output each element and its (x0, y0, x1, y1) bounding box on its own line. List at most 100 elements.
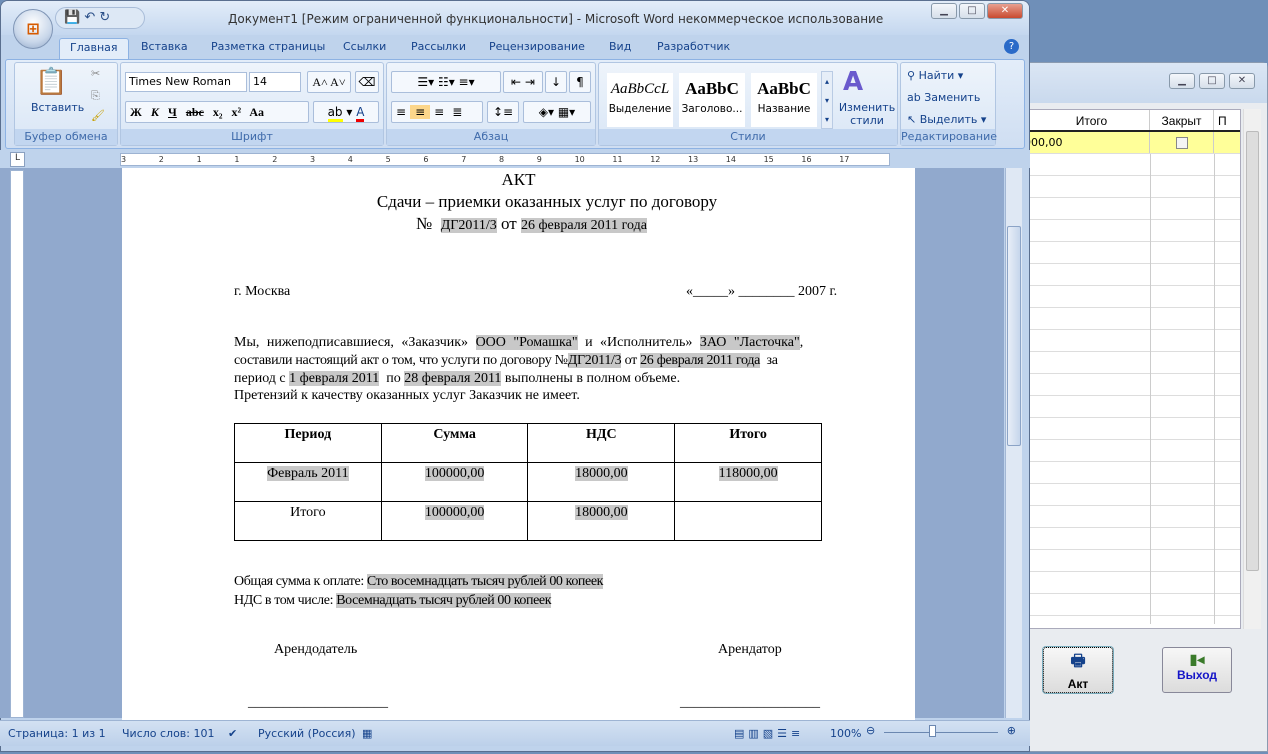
tab-insert[interactable]: Вставка (131, 38, 198, 55)
exit-button[interactable]: ▮◂ Выход (1162, 647, 1232, 693)
tab-selector[interactable]: L (10, 152, 25, 167)
alignment-buttons[interactable]: ≡ ≡ ≡ ≣ (391, 101, 483, 123)
doc-contract-line: № ДГ2011/3 от 26 февраля 2011 года (416, 214, 647, 234)
underline-button[interactable]: Ч (168, 105, 177, 119)
vertical-ruler[interactable] (10, 170, 24, 718)
secondary-title-bar: ▁ □ ✕ (1023, 63, 1267, 103)
zoom-thumb[interactable] (929, 725, 936, 737)
zoom-out-icon[interactable]: ⊖ (866, 724, 875, 737)
font-color-icon[interactable]: A (356, 105, 365, 122)
zoom-level[interactable]: 100% (830, 727, 861, 740)
editing-group-label: Редактирование (901, 129, 997, 145)
paste-button[interactable]: Вставить (31, 101, 84, 114)
document-page[interactable]: АКТ Сдачи – приемки оказанных услуг по д… (122, 168, 915, 720)
grid-vertical-scrollbar[interactable] (1243, 109, 1261, 629)
highlight-color-buttons[interactable]: ab ▾ A (313, 101, 379, 123)
horizontal-ruler[interactable]: 3 2 1 1 2 3 4 5 6 7 8 9 10 11 12 13 14 15 16 17 (120, 153, 890, 166)
clear-formatting-icon[interactable]: ⌫ (355, 71, 379, 93)
undo-icon[interactable]: ↶ (84, 10, 95, 25)
maximize-button[interactable]: □ (1199, 73, 1225, 89)
maximize-button[interactable]: □ (959, 3, 985, 19)
close-button[interactable]: ✕ (1229, 73, 1255, 89)
tab-view[interactable]: Вид (599, 38, 641, 55)
doc-subtitle: Сдачи – приемки оказанных услуг по догов… (376, 192, 718, 211)
font-name-select[interactable]: Times New Roman (125, 72, 247, 92)
text: и «Исполнитель» (585, 335, 693, 350)
office-button[interactable]: ⊞ (13, 9, 53, 49)
text: выполнены в полном объеме. (504, 371, 681, 386)
redo-icon[interactable]: ↻ (99, 10, 110, 25)
font-group: Times New Roman 14 A˄ A˅ ⌫ Ж К Ч abc x₂ … (120, 62, 384, 146)
text: период с (234, 371, 286, 386)
tab-review[interactable]: Рецензирование (479, 38, 595, 55)
cut-icon[interactable]: ✂ (91, 67, 100, 80)
replace-button[interactable]: ab Заменить (907, 91, 980, 104)
copy-icon[interactable]: ⎘ (91, 89, 100, 103)
zoom-in-icon[interactable]: ⊕ (1007, 724, 1016, 737)
superscript-button[interactable]: x² (231, 105, 241, 119)
indent-buttons[interactable]: ⇤ ⇥ (503, 71, 543, 93)
tab-developer[interactable]: Разработчик (647, 38, 740, 55)
tab-home[interactable]: Главная (59, 38, 129, 60)
cell-amount: 100000,00 (380, 462, 529, 502)
subscript-button[interactable]: x₂ (213, 105, 223, 119)
change-styles-icon[interactable]: A (843, 67, 863, 97)
highlight-icon[interactable]: ab (327, 105, 343, 122)
close-button[interactable]: ✕ (987, 3, 1023, 19)
style-emphasis[interactable]: AaBbCcL Выделение (607, 73, 673, 127)
sort-icon[interactable]: ↓ (545, 71, 567, 93)
font-size-select[interactable]: 14 (249, 72, 301, 92)
bold-button[interactable]: Ж (130, 105, 142, 119)
list-buttons[interactable]: ☰▾ ☷▾ ≡▾ (391, 71, 501, 93)
ruler-number: 2 (158, 155, 164, 164)
align-center-icon[interactable]: ≡ (410, 105, 431, 119)
font-style-buttons[interactable]: Ж К Ч abc x₂ x² Aa (125, 101, 309, 123)
document-vertical-scrollbar[interactable] (1005, 168, 1022, 718)
line-spacing-icon[interactable]: ↕≡ (487, 101, 519, 123)
align-right-icon[interactable]: ≡ (430, 105, 448, 119)
contract-date: 26 февраля 2011 года (640, 353, 761, 368)
tab-mailings[interactable]: Рассылки (401, 38, 476, 55)
save-icon[interactable]: 💾 (64, 10, 80, 25)
word-count[interactable]: Число слов: 101 (122, 727, 215, 740)
paste-icon[interactable]: 📋 (35, 67, 67, 97)
tab-references[interactable]: Ссылки (333, 38, 396, 55)
find-button[interactable]: ⚲ Найти ▾ (907, 69, 963, 82)
col-total-header[interactable]: Итого (1024, 110, 1150, 130)
col-p-header[interactable]: П (1214, 110, 1242, 130)
macro-icon[interactable]: ▦ (362, 727, 372, 740)
page-count[interactable]: Страница: 1 из 1 (8, 727, 106, 740)
minimize-button[interactable]: ▁ (931, 3, 957, 19)
styles-scroll[interactable]: ▴ ▾ ▾ (821, 71, 833, 129)
justify-icon[interactable]: ≣ (448, 105, 466, 119)
shading-borders-buttons[interactable]: ◈▾ ▦▾ (523, 101, 591, 123)
change-styles-button[interactable]: Изменить стили (837, 101, 897, 127)
strikethrough-button[interactable]: abc (186, 105, 204, 119)
language[interactable]: Русский (Россия) (258, 727, 356, 740)
minimize-button[interactable]: ▁ (1169, 73, 1195, 89)
italic-button[interactable]: К (151, 105, 159, 119)
ruler-number: 11 (612, 155, 623, 164)
proofing-icon[interactable]: ✔ (228, 727, 237, 740)
view-buttons[interactable]: ▤▥▧☰≡ (734, 727, 804, 740)
align-left-icon[interactable]: ≡ (392, 105, 410, 119)
grow-shrink-font-buttons[interactable]: A˄ A˅ (307, 71, 351, 93)
scroll-thumb[interactable] (1007, 226, 1021, 446)
col-closed-header[interactable]: Закрыт (1150, 110, 1214, 130)
show-marks-icon[interactable]: ¶ (569, 71, 591, 93)
act-button[interactable]: 🖶 Акт (1043, 647, 1113, 693)
grid-row[interactable]: 000,00 (1024, 132, 1240, 154)
zoom-slider[interactable]: ⊖ ⊕ (866, 724, 1016, 742)
clipboard-group-label: Буфер обмена (15, 129, 117, 145)
closed-checkbox[interactable] (1175, 137, 1188, 149)
format-painter-icon[interactable]: 🖌 (91, 109, 105, 122)
change-case-button[interactable]: Aa (249, 105, 264, 119)
style-heading[interactable]: AaBbC Заголово... (679, 73, 745, 127)
tab-page-layout[interactable]: Разметка страницы (201, 38, 335, 55)
select-button[interactable]: ↖ Выделить ▾ (907, 113, 986, 126)
contract-date: 26 февраля 2011 года (520, 218, 647, 233)
records-grid: Итого Закрыт П 000,00 (1023, 109, 1241, 629)
cell-vat: 18000,00 (527, 462, 676, 502)
help-icon[interactable]: ? (1004, 39, 1019, 54)
style-title[interactable]: AaBbC Название (751, 73, 817, 127)
